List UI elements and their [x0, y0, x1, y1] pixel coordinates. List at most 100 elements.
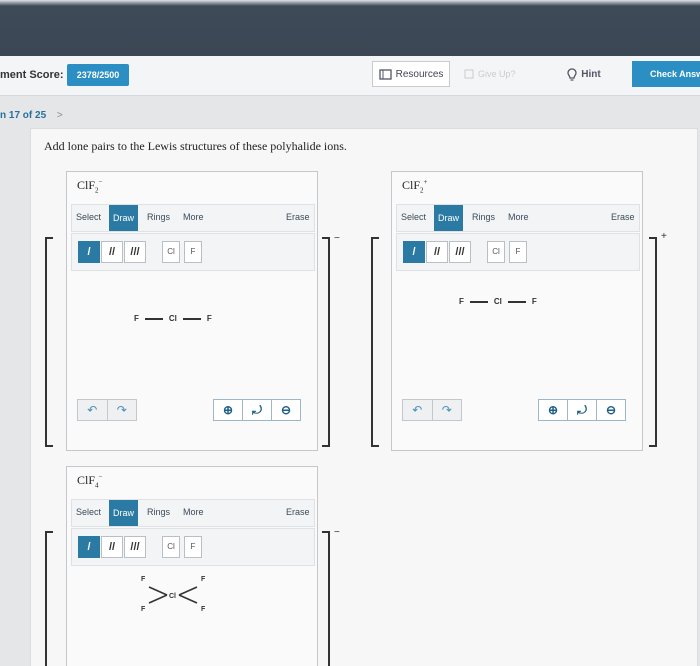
- menu-select[interactable]: Select: [76, 507, 101, 517]
- triple-bond-button[interactable]: ///: [124, 536, 146, 558]
- flag-icon: [464, 69, 474, 79]
- editor-menu: Select Draw Rings More Erase: [71, 204, 315, 232]
- editor-menu: Select Draw Rings More Erase: [396, 204, 640, 232]
- zoom-reset-icon[interactable]: ⤾: [568, 400, 597, 420]
- menu-erase[interactable]: Erase: [286, 507, 310, 517]
- triple-bond-button[interactable]: ///: [124, 241, 146, 263]
- give-up-button[interactable]: Give Up?: [464, 64, 528, 84]
- ion-charge: −: [334, 527, 340, 538]
- atom-label[interactable]: F: [459, 297, 464, 306]
- bond-line[interactable]: [178, 594, 198, 604]
- next-question-arrow[interactable]: >: [57, 110, 63, 121]
- menu-erase[interactable]: Erase: [611, 212, 635, 222]
- zoom-out-icon[interactable]: ⊖: [272, 400, 300, 420]
- atom-label[interactable]: Cl: [494, 297, 502, 306]
- atom-label[interactable]: Cl: [169, 314, 177, 323]
- lewis-editor-clf2-minus: ClF2− Select Draw Rings More Erase / // …: [66, 171, 318, 451]
- menu-rings[interactable]: Rings: [147, 212, 170, 222]
- formula-label: ClF4−: [77, 473, 103, 490]
- fluorine-atom-button[interactable]: F: [509, 241, 527, 263]
- menu-draw[interactable]: Draw: [109, 205, 139, 231]
- chlorine-atom-button[interactable]: Cl: [487, 241, 505, 263]
- chlorine-atom-button[interactable]: Cl: [162, 241, 180, 263]
- menu-draw[interactable]: Draw: [434, 205, 464, 231]
- resources-button[interactable]: Resources: [372, 61, 450, 87]
- double-bond-button[interactable]: //: [101, 536, 123, 558]
- browser-top-bar: [0, 0, 700, 56]
- double-bond-button[interactable]: //: [426, 241, 448, 263]
- atom-label[interactable]: F: [141, 606, 146, 613]
- drawing-canvas[interactable]: F Cl F ↶ ↷ ⊕ ⤾ ⊖: [396, 272, 640, 448]
- bond-line[interactable]: [148, 594, 168, 604]
- undo-icon[interactable]: ↶: [403, 400, 433, 420]
- atom-label[interactable]: F: [207, 314, 212, 323]
- atom-label[interactable]: F: [134, 314, 139, 323]
- menu-rings[interactable]: Rings: [472, 212, 495, 222]
- redo-icon[interactable]: ↷: [433, 400, 462, 420]
- menu-select[interactable]: Select: [76, 212, 101, 222]
- bond-line[interactable]: [507, 300, 526, 303]
- right-bracket: [322, 237, 330, 447]
- molecule-square-planar[interactable]: F F Cl F F: [71, 567, 315, 666]
- atom-label[interactable]: F: [201, 606, 206, 613]
- zoom-reset-icon[interactable]: ⤾: [243, 400, 272, 420]
- fluorine-atom-button[interactable]: F: [184, 536, 202, 558]
- left-bracket: [45, 531, 53, 666]
- menu-erase[interactable]: Erase: [286, 212, 310, 222]
- menu-rings[interactable]: Rings: [147, 507, 170, 517]
- undo-icon[interactable]: ↶: [78, 400, 108, 420]
- molecule-linear[interactable]: F Cl F: [459, 297, 537, 306]
- bond-line[interactable]: [182, 317, 201, 320]
- triple-bond-button[interactable]: ///: [449, 241, 471, 263]
- zoom-in-icon[interactable]: ⊕: [539, 400, 568, 420]
- atom-label[interactable]: F: [141, 576, 146, 583]
- assignment-header: ment Score: 2378/2500 Resources Give Up?…: [0, 56, 700, 96]
- undo-redo-group: ↶ ↷: [77, 399, 137, 421]
- hint-button[interactable]: Hint: [552, 61, 616, 87]
- hint-label: Hint: [581, 68, 601, 80]
- atom-label[interactable]: F: [532, 297, 537, 306]
- atom-label[interactable]: F: [201, 576, 206, 583]
- lewis-editor-clf4-minus: ClF4− Select Draw Rings More Erase / // …: [66, 466, 318, 666]
- single-bond-button[interactable]: /: [78, 536, 100, 558]
- molecule-linear[interactable]: F Cl F: [134, 314, 212, 323]
- left-bracket: [45, 237, 53, 447]
- left-bracket: [371, 237, 379, 447]
- bond-toolbar: / // /// Cl F: [71, 233, 315, 271]
- question-progress: n 17 of 25: [0, 110, 47, 121]
- menu-more[interactable]: More: [183, 507, 204, 517]
- score-label: ment Score:: [0, 69, 64, 81]
- menu-select[interactable]: Select: [401, 212, 426, 222]
- give-up-label: Give Up?: [478, 69, 516, 79]
- bond-line[interactable]: [148, 586, 168, 596]
- single-bond-button[interactable]: /: [403, 241, 425, 263]
- single-bond-button[interactable]: /: [78, 241, 100, 263]
- bond-line[interactable]: [144, 317, 163, 320]
- bond-line[interactable]: [469, 300, 488, 303]
- chlorine-atom-button[interactable]: Cl: [162, 536, 180, 558]
- atom-label[interactable]: Cl: [169, 593, 176, 600]
- bond-toolbar: / // /// Cl F: [71, 528, 315, 566]
- ion-charge: −: [334, 233, 340, 244]
- drawing-canvas[interactable]: F Cl F ↶ ↷ ⊕ ⤾ ⊖: [71, 272, 315, 448]
- question-card: Add lone pairs to the Lewis structures o…: [30, 128, 698, 666]
- right-bracket: [322, 531, 330, 666]
- double-bond-button[interactable]: //: [101, 241, 123, 263]
- menu-more[interactable]: More: [508, 212, 529, 222]
- fluorine-atom-button[interactable]: F: [184, 241, 202, 263]
- check-answer-button[interactable]: Check Answer: [632, 61, 700, 87]
- drawing-canvas[interactable]: F F Cl F F: [71, 567, 315, 666]
- redo-icon[interactable]: ↷: [108, 400, 137, 420]
- score-badge: 2378/2500: [67, 64, 129, 86]
- bond-line[interactable]: [178, 586, 198, 596]
- zoom-out-icon[interactable]: ⊖: [597, 400, 625, 420]
- editor-menu: Select Draw Rings More Erase: [71, 499, 315, 527]
- undo-redo-group: ↶ ↷: [402, 399, 462, 421]
- menu-draw[interactable]: Draw: [109, 500, 139, 526]
- zoom-in-icon[interactable]: ⊕: [214, 400, 243, 420]
- menu-more[interactable]: More: [183, 212, 204, 222]
- zoom-group: ⊕ ⤾ ⊖: [538, 399, 626, 421]
- formula-label: ClF2+: [402, 178, 428, 195]
- right-bracket: [649, 237, 657, 447]
- book-icon: [378, 68, 392, 80]
